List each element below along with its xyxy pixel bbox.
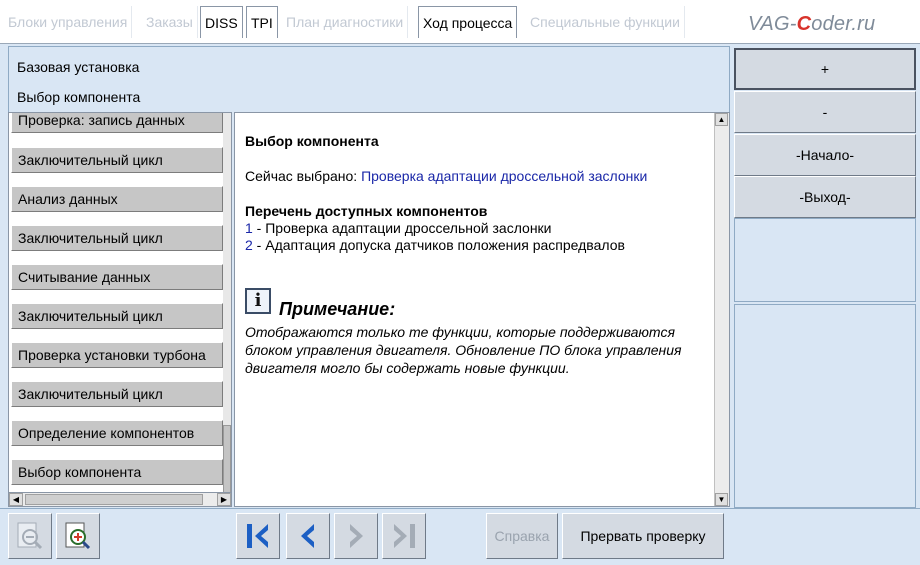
first-step-button[interactable] [236,513,280,559]
watermark-logo: VAG-Coder.ru [748,13,875,36]
tab-tpi[interactable]: TPI [246,6,278,38]
note-text: Отображаются только те функции, которые … [245,324,682,376]
list-horizontal-scrollbar[interactable]: ◀ ▶ [8,492,232,507]
header-step: Выбор компонента [17,89,141,105]
info-header: Базовая установка Выбор компонента [8,46,730,112]
info-icon: i [245,288,271,314]
skip-first-icon [247,524,268,548]
list-item[interactable]: Проверка: запись данных [11,113,223,133]
tab-special-functions[interactable]: Специальные функции [526,6,685,38]
content-pane: Выбор компонента Сейчас выбрано: Проверк… [234,112,730,507]
zoom-out-button[interactable] [8,513,52,559]
component-option[interactable]: 2 - Адаптация допуска датчиков положения… [245,237,625,253]
content-title: Выбор компонента [245,133,379,149]
note-title: Примечание: [279,299,396,319]
list-item[interactable]: Заключительный цикл [11,147,223,173]
start-button[interactable]: -Начало- [734,134,916,176]
logo-text: C [796,13,812,35]
scroll-right-arrow-icon[interactable]: ▶ [217,493,231,506]
next-step-button[interactable] [334,513,378,559]
list-item[interactable]: Определение компонентов [11,420,223,446]
last-step-button[interactable] [382,513,426,559]
previous-step-button[interactable] [286,513,330,559]
list-item[interactable]: Заключительный цикл [11,225,223,251]
chevron-left-icon [301,524,314,548]
skip-last-icon [394,524,415,548]
scrollbar-thumb[interactable] [223,425,231,495]
scroll-left-arrow-icon[interactable]: ◀ [9,493,23,506]
empty-panel [734,304,916,508]
header-mode: Базовая установка [17,59,140,75]
chevron-right-icon [350,524,363,548]
exit-button[interactable]: -Выход- [734,176,916,218]
scroll-down-arrow-icon[interactable]: ▼ [715,493,728,506]
minus-button[interactable]: - [734,91,916,133]
logo-text: VAG- [748,13,797,35]
list-item-selected[interactable]: Выбор компонента [11,459,223,485]
list-vertical-scrollbar[interactable] [223,113,231,506]
scroll-up-arrow-icon[interactable]: ▲ [715,113,728,126]
logo-text: oder.ru [811,13,876,35]
zoom-in-button[interactable] [56,513,100,559]
empty-panel [734,218,916,302]
abort-test-button[interactable]: Прервать проверку [562,513,724,559]
current-selection: Сейчас выбрано: Проверка адаптации дросс… [245,168,647,184]
option-number: 1 [245,220,253,236]
zoom-out-icon [17,522,43,550]
component-option[interactable]: 1 - Проверка адаптации дроссельной засло… [245,220,552,236]
list-item[interactable]: Заключительный цикл [11,303,223,329]
list-item[interactable]: Считывание данных [11,264,223,290]
tab-orders[interactable]: Заказы [142,6,198,38]
list-item[interactable]: Проверка установки турбона [11,342,223,368]
selection-value: Проверка адаптации дроссельной заслонки [361,168,648,184]
steps-list[interactable]: Проверка: запись данных Заключительный ц… [8,112,232,507]
bottom-toolbar: Справка Прервать проверку [0,508,920,565]
tab-process[interactable]: Ход процесса [418,6,518,38]
tab-bar: Блоки управления Заказы DISS TPI План ди… [0,0,920,44]
list-item[interactable]: Заключительный цикл [11,381,223,407]
content-vertical-scrollbar[interactable]: ▲ ▼ [714,113,729,506]
option-text: - Проверка адаптации дроссельной заслонк… [252,220,552,236]
tab-diss[interactable]: DISS [200,6,243,38]
help-button[interactable]: Справка [486,513,558,559]
option-text: - Адаптация допуска датчиков положения р… [252,237,625,253]
components-heading: Перечень доступных компонентов [245,203,488,219]
option-number: 2 [245,237,253,253]
tab-diagnostic-plan[interactable]: План диагностики [282,6,409,38]
action-panel: + - -Начало- -Выход- [732,46,918,508]
plus-button[interactable]: + [734,48,916,90]
scrollbar-thumb[interactable] [25,494,203,505]
list-item[interactable]: Анализ данных [11,186,223,212]
zoom-in-icon [65,522,91,550]
selection-label: Сейчас выбрано: [245,168,362,184]
tab-control-units[interactable]: Блоки управления [4,6,133,38]
